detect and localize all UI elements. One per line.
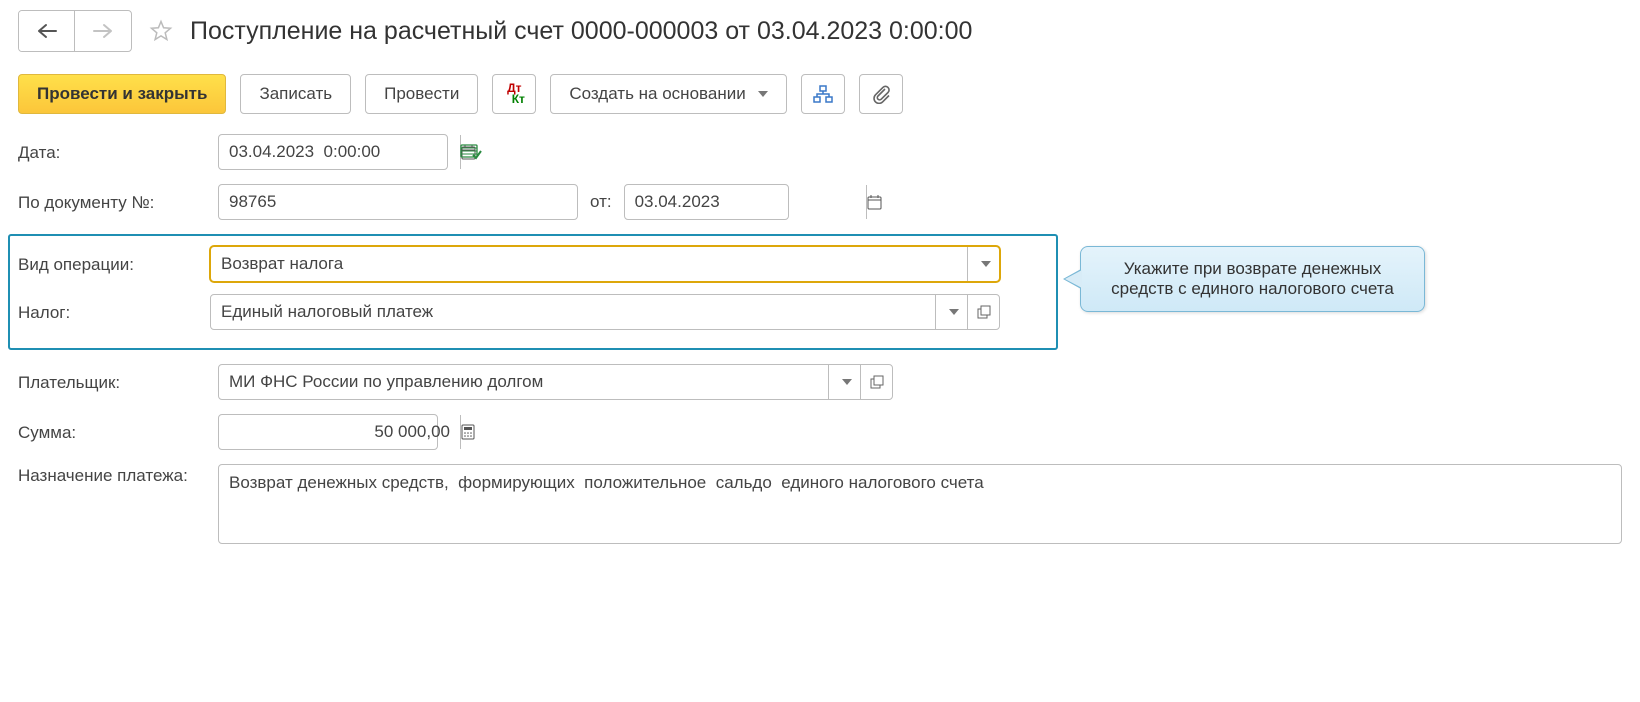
row-tax: Налог: Единый налоговый платеж	[18, 294, 1048, 330]
toolbar: Провести и закрыть Записать Провести ДтК…	[18, 74, 1622, 114]
chevron-down-icon	[981, 261, 991, 267]
doc-date-input-group	[624, 184, 789, 220]
doc-number-input-group	[218, 184, 578, 220]
page-title: Поступление на расчетный счет 0000-00000…	[190, 17, 972, 46]
doc-status-icon[interactable]	[460, 143, 482, 161]
tax-select[interactable]: Единый налоговый платеж	[210, 294, 1000, 330]
tax-label: Налог:	[18, 301, 210, 323]
paperclip-icon	[872, 84, 890, 104]
calendar-icon	[867, 195, 882, 210]
row-date: Дата:	[18, 134, 1622, 170]
operation-type-dropdown-button[interactable]	[967, 247, 999, 281]
date-label: Дата:	[18, 141, 218, 163]
dtkt-button[interactable]: ДтКт	[492, 74, 536, 114]
chevron-down-icon	[758, 91, 768, 97]
tax-value: Единый налоговый платеж	[211, 295, 935, 329]
payer-label: Плательщик:	[18, 371, 218, 393]
sum-label: Сумма:	[18, 421, 218, 443]
form-body: Дата: По документу №: от:	[18, 134, 1622, 544]
create-based-on-button[interactable]: Создать на основании	[550, 74, 786, 114]
highlighted-block: Вид операции: Возврат налога Налог: Един…	[8, 234, 1058, 350]
hint-text: Укажите при возврате денежных средств с …	[1111, 259, 1394, 298]
date-input[interactable]	[219, 135, 460, 169]
tax-dropdown-button[interactable]	[935, 295, 967, 329]
calculator-icon	[461, 424, 475, 440]
post-and-close-button[interactable]: Провести и закрыть	[18, 74, 226, 114]
sum-calculator-button[interactable]	[460, 415, 475, 449]
chevron-down-icon	[842, 379, 852, 385]
post-button[interactable]: Провести	[365, 74, 478, 114]
open-icon	[977, 305, 991, 319]
chevron-down-icon	[949, 309, 959, 315]
row-doc-number: По документу №: от:	[18, 184, 1622, 220]
doc-date-input[interactable]	[625, 185, 866, 219]
tax-open-button[interactable]	[967, 295, 999, 329]
favorite-star-icon[interactable]	[146, 16, 176, 46]
save-button[interactable]: Записать	[240, 74, 351, 114]
dtkt-icon: ДтКт	[504, 83, 525, 105]
row-operation-type: Вид операции: Возврат налога	[18, 246, 1048, 282]
payer-dropdown-button[interactable]	[828, 365, 860, 399]
forward-button[interactable]	[75, 11, 131, 51]
header: Поступление на расчетный счет 0000-00000…	[18, 10, 1622, 52]
doc-from-label: от:	[590, 192, 612, 212]
operation-type-label: Вид операции:	[18, 253, 210, 275]
purpose-label: Назначение платежа:	[18, 464, 218, 486]
sum-input[interactable]	[219, 415, 460, 449]
sum-input-group	[218, 414, 438, 450]
attachment-button[interactable]	[859, 74, 903, 114]
doc-number-label: По документу №:	[18, 191, 218, 213]
create-based-on-label: Создать на основании	[569, 84, 745, 104]
nav-buttons	[18, 10, 132, 52]
open-icon	[870, 375, 884, 389]
back-button[interactable]	[19, 11, 75, 51]
payer-value: МИ ФНС России по управлению долгом	[219, 365, 828, 399]
structure-button[interactable]	[801, 74, 845, 114]
row-purpose: Назначение платежа:	[18, 464, 1622, 544]
payer-open-button[interactable]	[860, 365, 892, 399]
payer-select[interactable]: МИ ФНС России по управлению долгом	[218, 364, 893, 400]
operation-type-value: Возврат налога	[211, 247, 967, 281]
date-input-group	[218, 134, 448, 170]
doc-date-calendar-button[interactable]	[866, 185, 882, 219]
operation-type-select[interactable]: Возврат налога	[210, 246, 1000, 282]
row-sum: Сумма:	[18, 414, 1622, 450]
doc-number-input[interactable]	[219, 185, 460, 219]
purpose-textarea[interactable]	[218, 464, 1622, 544]
hint-callout: Укажите при возврате денежных средств с …	[1080, 246, 1425, 312]
row-payer: Плательщик: МИ ФНС России по управлению …	[18, 364, 1622, 400]
structure-icon	[813, 85, 833, 103]
